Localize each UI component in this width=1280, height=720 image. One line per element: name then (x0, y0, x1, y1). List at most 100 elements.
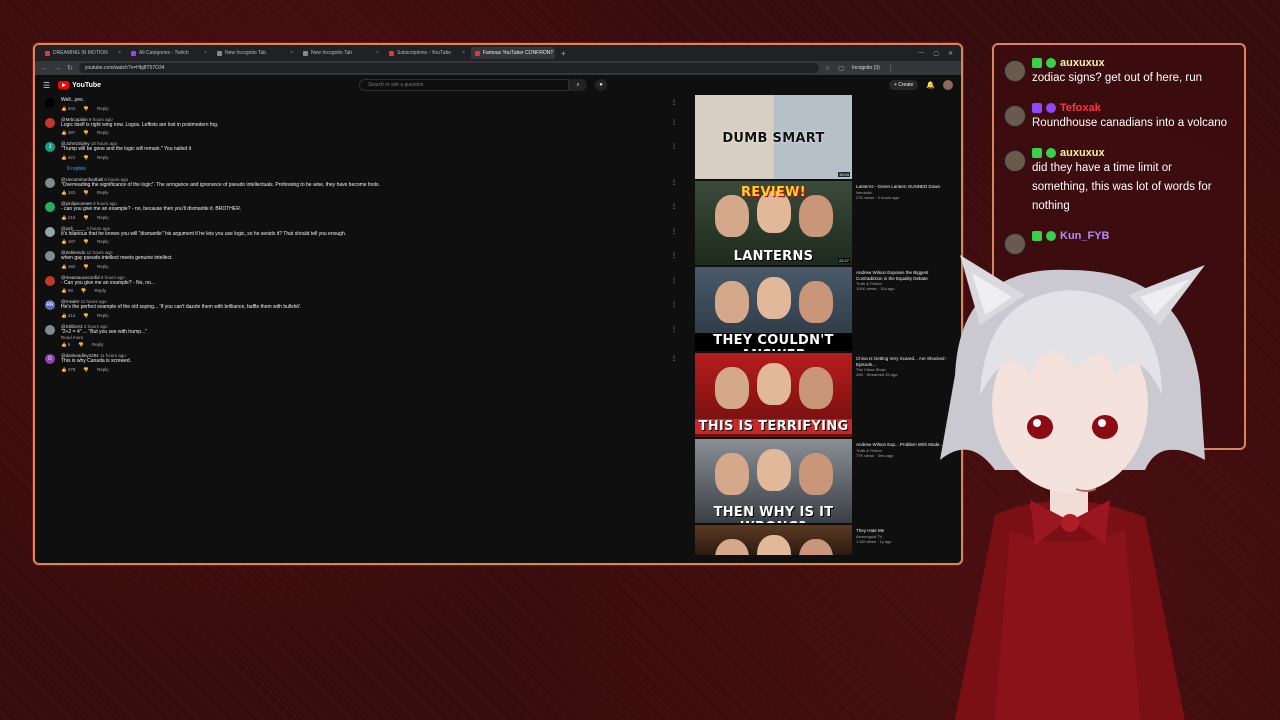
like-button[interactable]: 👍 215 (61, 215, 75, 221)
forward-icon[interactable]: → (54, 65, 61, 72)
reply-button[interactable]: Reply (97, 215, 109, 221)
comment-menu-icon[interactable]: ⋮ (671, 143, 677, 150)
comment-menu-icon[interactable]: ⋮ (671, 277, 677, 284)
like-button[interactable]: 👍 379 (61, 367, 75, 373)
incognito-indicator[interactable]: Incognito (3) (852, 65, 880, 71)
close-tab-icon[interactable]: × (376, 50, 379, 56)
minimize-icon[interactable]: — (918, 50, 924, 57)
comment-menu-icon[interactable]: ⋮ (671, 179, 677, 186)
recommended-video[interactable]: REVIEW! LANTERNS 22:27 Lanterns - Green … (695, 181, 955, 266)
commenter-name[interactable]: @jodi_____ (61, 226, 85, 231)
chat-username[interactable]: auxuxux (1060, 57, 1105, 69)
commenter-avatar[interactable] (45, 98, 55, 108)
like-button[interactable]: 👍 197 (61, 239, 75, 245)
account-avatar[interactable] (943, 80, 953, 90)
chat-username[interactable]: Tefoxak (1060, 102, 1101, 114)
commenter-name[interactable]: @Mrbcaplain (61, 117, 88, 122)
chat-username[interactable]: Kun_FYB (1060, 230, 1110, 242)
reply-button[interactable]: Reply (97, 190, 109, 196)
bookmark-icon[interactable]: ☆ (825, 65, 830, 72)
reply-button[interactable]: Reply (97, 313, 109, 319)
commenter-avatar[interactable] (45, 275, 55, 286)
dislike-icon[interactable]: 👎 (83, 239, 89, 245)
back-icon[interactable]: ← (41, 65, 48, 72)
comment-menu-icon[interactable]: ⋮ (671, 355, 677, 362)
close-tab-icon[interactable]: × (290, 50, 293, 56)
video-thumbnail[interactable] (695, 525, 852, 555)
like-button[interactable]: 👍 181 (61, 190, 75, 196)
search-input[interactable]: Search or ask a question (359, 79, 570, 91)
browser-tab[interactable]: All Categories - Twitch × (127, 47, 211, 59)
commenter-name[interactable]: @meatsauceconfid (61, 275, 100, 280)
read-more-link[interactable]: Read more (61, 335, 689, 340)
recommended-video[interactable]: DUMB SMART 10:04 (695, 95, 955, 180)
video-thumbnail[interactable]: REVIEW! LANTERNS 22:27 (695, 181, 852, 265)
comment-menu-icon[interactable]: ⋮ (671, 99, 677, 106)
like-button[interactable]: 👍 182 (61, 264, 75, 270)
hamburger-menu-icon[interactable]: ☰ (43, 81, 50, 90)
commenter-avatar[interactable]: D (45, 354, 55, 364)
url-field[interactable]: youtube.com/watch?v=Hbj8T57O34 (78, 63, 819, 73)
commenter-avatar[interactable] (45, 251, 55, 261)
browser-tab[interactable]: Subscriptions - YouTube × (385, 47, 469, 59)
commenter-avatar[interactable] (45, 324, 55, 335)
commenter-avatar[interactable] (45, 177, 55, 188)
commenter-avatar[interactable] (45, 202, 55, 212)
dislike-icon[interactable]: 👎 (83, 155, 89, 161)
reply-button[interactable]: Reply (97, 367, 109, 373)
dislike-icon[interactable]: 👎 (83, 215, 89, 221)
dislike-icon[interactable]: 👎 (83, 313, 89, 319)
commenter-avatar[interactable]: RR (45, 300, 55, 310)
comment-menu-icon[interactable]: ⋮ (671, 301, 677, 308)
commenter-avatar[interactable] (45, 117, 55, 128)
microphone-icon[interactable]: ● (595, 79, 608, 91)
dislike-icon[interactable]: 👎 (83, 130, 89, 136)
comment-menu-icon[interactable]: ⋮ (671, 228, 677, 235)
notifications-bell-icon[interactable]: 🔔 (926, 81, 935, 89)
dislike-icon[interactable]: 👎 (78, 342, 84, 348)
video-thumbnail[interactable]: THEN WHY IS IT WRONG? (695, 439, 852, 523)
extensions-icon[interactable]: ▢ (838, 65, 844, 72)
view-replies-button[interactable]: 9 replies (67, 166, 689, 172)
youtube-logo[interactable]: YouTube (58, 81, 101, 89)
close-tab-icon[interactable]: × (118, 50, 121, 56)
dislike-icon[interactable]: 👎 (83, 264, 89, 270)
comment-menu-icon[interactable]: ⋮ (671, 252, 677, 259)
commenter-name[interactable]: @Uncommonfootball (61, 177, 103, 182)
browser-menu-icon[interactable]: ⋮ (888, 65, 894, 72)
like-button[interactable]: 👍 444 (61, 106, 75, 112)
commenter-avatar[interactable] (45, 226, 55, 237)
comment-menu-icon[interactable]: ⋮ (671, 326, 677, 333)
reply-button[interactable]: Reply (97, 106, 109, 112)
reply-button[interactable]: Reply (92, 342, 104, 348)
reply-button[interactable]: Reply (97, 264, 109, 270)
dislike-icon[interactable]: 👎 (83, 190, 89, 196)
new-tab-icon[interactable]: + (557, 49, 570, 58)
commenter-name[interactable]: @Stillizer2 (61, 324, 83, 329)
close-tab-icon[interactable]: × (204, 50, 207, 56)
close-tab-icon[interactable]: × (462, 50, 465, 56)
like-button[interactable]: 👍 414 (61, 313, 75, 319)
reply-button[interactable]: Reply (97, 130, 109, 136)
video-thumbnail[interactable]: DUMB SMART 10:04 (695, 95, 852, 179)
maximize-icon[interactable]: ▢ (933, 50, 939, 57)
video-thumbnail[interactable]: THIS IS TERRIFYING (695, 353, 852, 437)
dislike-icon[interactable]: 👎 (83, 106, 89, 112)
reply-button[interactable]: Reply (94, 288, 106, 294)
browser-tab[interactable]: New Incognito Tab × (299, 47, 383, 59)
commenter-avatar[interactable]: J (45, 142, 55, 152)
browser-tab[interactable]: Famous YouTuber CONFRONT× (471, 47, 555, 59)
comment-menu-icon[interactable]: ⋮ (671, 119, 677, 126)
browser-tab[interactable]: New Incognito Tab × (213, 47, 297, 59)
close-window-icon[interactable]: ✕ (948, 50, 953, 57)
browser-tab[interactable]: DREAMING IN MOTION × (41, 47, 125, 59)
reload-icon[interactable]: ↻ (67, 64, 73, 72)
like-button[interactable]: 👍 387 (61, 130, 75, 136)
like-button[interactable]: 👍 421 (61, 155, 75, 161)
video-thumbnail[interactable]: THEY COULDN'T ANSWER (695, 267, 852, 351)
dislike-icon[interactable]: 👎 (81, 288, 87, 294)
comment-menu-icon[interactable]: ⋮ (671, 203, 677, 210)
dislike-icon[interactable]: 👎 (83, 367, 89, 373)
search-icon[interactable]: ⌕ (569, 79, 588, 91)
video-title[interactable]: Lanterns - Green Lantern GUNNED Down (856, 184, 952, 190)
